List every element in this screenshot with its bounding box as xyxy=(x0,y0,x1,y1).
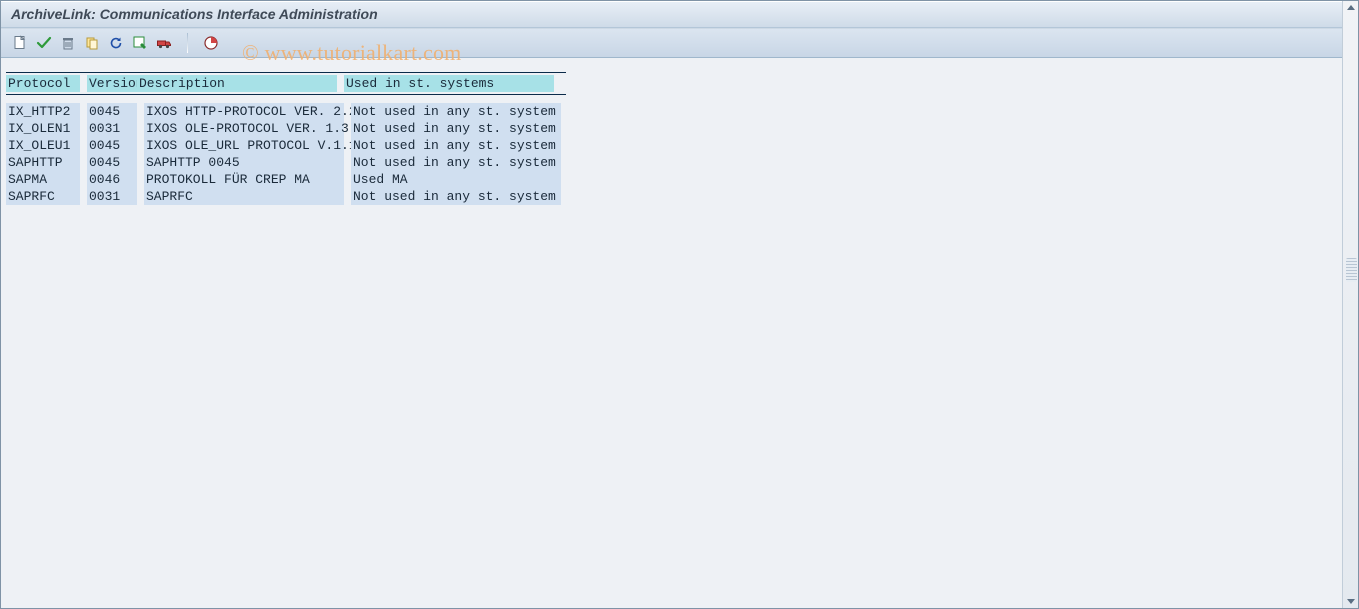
overview-icon[interactable] xyxy=(200,32,222,54)
table-row[interactable]: IX_OLEU1 0045 IXOS OLE_URL PROTOCOL V.1.… xyxy=(6,137,566,154)
protocol-table: Protocol Version Description Used in st.… xyxy=(6,72,566,205)
page-title: ArchiveLink: Communications Interface Ad… xyxy=(11,6,378,22)
cell-version: 0031 xyxy=(87,188,137,205)
scroll-grip-icon[interactable] xyxy=(1346,258,1357,282)
cell-description: IXOS HTTP-PROTOCOL VER. 2.2 xyxy=(144,103,344,120)
accept-icon[interactable] xyxy=(33,32,55,54)
cell-protocol: IX_OLEU1 xyxy=(6,137,80,154)
col-used[interactable]: Used in st. systems xyxy=(344,75,554,92)
cell-used: Not used in any st. system xyxy=(351,120,561,137)
cell-description: IXOS OLE_URL PROTOCOL V.1.1 xyxy=(144,137,344,154)
cell-description: SAPRFC xyxy=(144,188,344,205)
cell-description: PROTOKOLL FÜR CREP MA xyxy=(144,171,344,188)
table-body: IX_HTTP2 0045 IXOS HTTP-PROTOCOL VER. 2.… xyxy=(6,94,566,205)
cell-used: Used MA xyxy=(351,171,561,188)
scroll-down-icon[interactable] xyxy=(1344,593,1359,609)
table-row[interactable]: SAPMA 0046 PROTOKOLL FÜR CREP MA Used MA xyxy=(6,171,566,188)
content-area: Protocol Version Description Used in st.… xyxy=(0,58,1359,609)
delete-icon[interactable] xyxy=(57,32,79,54)
cell-protocol: SAPHTTP xyxy=(6,154,80,171)
copy-icon[interactable] xyxy=(81,32,103,54)
table-row[interactable]: SAPRFC 0031 SAPRFC Not used in any st. s… xyxy=(6,188,566,205)
list-rule-top xyxy=(6,72,566,73)
toolbar xyxy=(0,28,1359,58)
scroll-track[interactable] xyxy=(1343,16,1359,593)
toolbar-separator xyxy=(187,33,188,53)
scroll-up-icon[interactable] xyxy=(1344,0,1359,16)
cell-version: 0045 xyxy=(87,154,137,171)
cell-used: Not used in any st. system xyxy=(351,154,561,171)
col-version[interactable]: Version xyxy=(87,75,137,92)
cell-version: 0045 xyxy=(87,137,137,154)
cell-used: Not used in any st. system xyxy=(351,137,561,154)
col-protocol[interactable]: Protocol xyxy=(6,75,80,92)
cell-protocol: IX_HTTP2 xyxy=(6,103,80,120)
cell-protocol: SAPRFC xyxy=(6,188,80,205)
cell-used: Not used in any st. system xyxy=(351,103,561,120)
cell-description: SAPHTTP 0045 xyxy=(144,154,344,171)
col-description[interactable]: Description xyxy=(137,75,337,92)
cell-version: 0031 xyxy=(87,120,137,137)
table-row[interactable]: IX_HTTP2 0045 IXOS HTTP-PROTOCOL VER. 2.… xyxy=(6,103,566,120)
title-bar: ArchiveLink: Communications Interface Ad… xyxy=(0,0,1359,28)
cell-description: IXOS OLE-PROTOCOL VER. 1.3 xyxy=(144,120,344,137)
cell-protocol: IX_OLEN1 xyxy=(6,120,80,137)
export-icon[interactable] xyxy=(129,32,151,54)
refresh-icon[interactable] xyxy=(105,32,127,54)
table-row[interactable]: SAPHTTP 0045 SAPHTTP 0045 Not used in an… xyxy=(6,154,566,171)
vertical-scrollbar[interactable] xyxy=(1342,0,1359,609)
cell-protocol: SAPMA xyxy=(6,171,80,188)
table-row[interactable]: IX_OLEN1 0031 IXOS OLE-PROTOCOL VER. 1.3… xyxy=(6,120,566,137)
cell-version: 0045 xyxy=(87,103,137,120)
cell-version: 0046 xyxy=(87,171,137,188)
table-header: Protocol Version Description Used in st.… xyxy=(6,75,566,92)
transport-icon[interactable] xyxy=(153,32,175,54)
create-icon[interactable] xyxy=(9,32,31,54)
list-rule-mid xyxy=(6,94,566,95)
cell-used: Not used in any st. system xyxy=(351,188,561,205)
